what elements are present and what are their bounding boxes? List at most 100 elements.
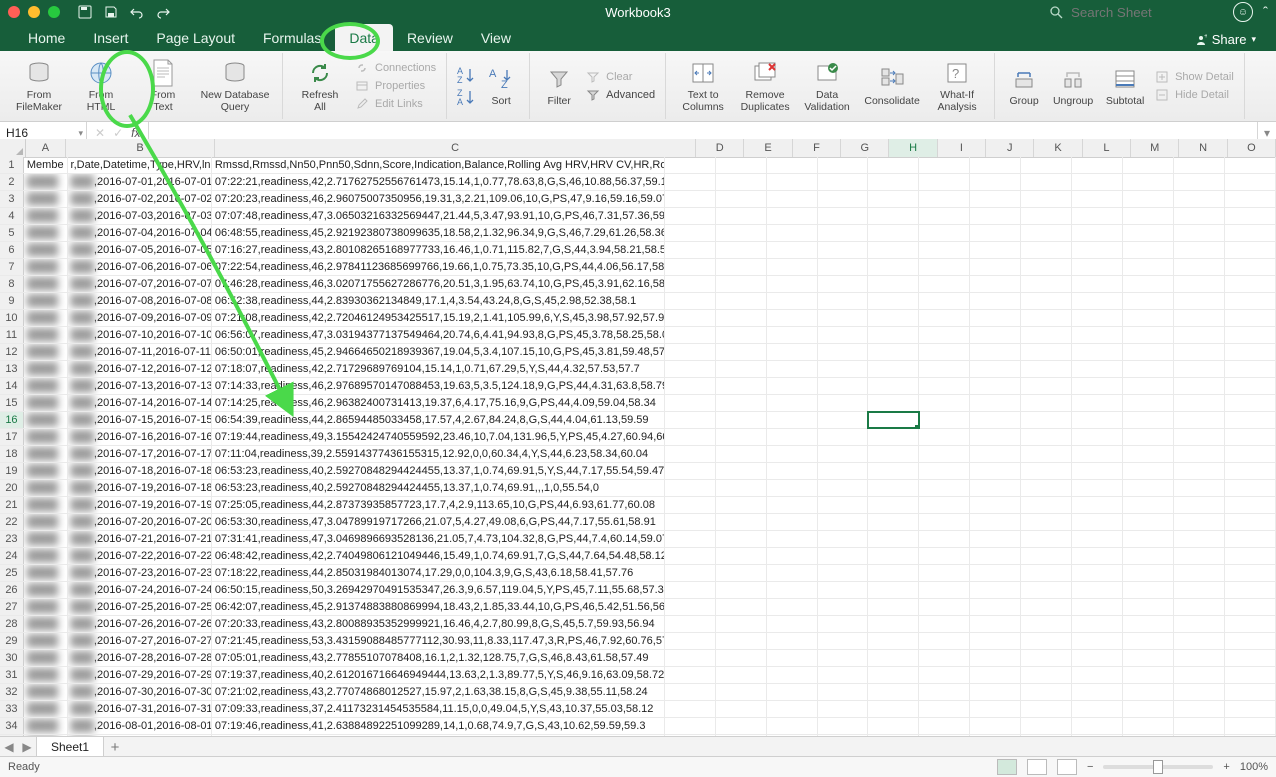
- from-html-button[interactable]: From HTML: [72, 58, 130, 113]
- cell[interactable]: [868, 701, 919, 717]
- cell[interactable]: [1021, 429, 1072, 445]
- cell[interactable]: [1174, 718, 1225, 734]
- cell[interactable]: [665, 514, 716, 530]
- cell[interactable]: [1225, 378, 1276, 394]
- cell[interactable]: [665, 327, 716, 343]
- row-header[interactable]: 11: [0, 327, 24, 343]
- cell[interactable]: [919, 395, 970, 411]
- cell[interactable]: [1072, 718, 1123, 734]
- cell[interactable]: [818, 293, 869, 309]
- cell[interactable]: ████: [24, 701, 68, 717]
- cell[interactable]: [1021, 310, 1072, 326]
- new-database-query-button[interactable]: New Database Query: [196, 58, 274, 113]
- cell[interactable]: [1123, 497, 1174, 513]
- cell[interactable]: [1225, 412, 1276, 428]
- cell[interactable]: ███,2016-07-27,2016-07-27: [68, 633, 212, 649]
- cell[interactable]: [767, 174, 818, 190]
- close-window-button[interactable]: [8, 6, 20, 18]
- cell[interactable]: [767, 310, 818, 326]
- tab-review[interactable]: Review: [393, 24, 467, 51]
- cell[interactable]: [1174, 361, 1225, 377]
- tab-formulas[interactable]: Formulas: [249, 24, 335, 51]
- cell[interactable]: [716, 174, 767, 190]
- cell[interactable]: [716, 327, 767, 343]
- cell[interactable]: r,Date,Datetime,Type,HRV,ln: [68, 157, 212, 173]
- cell[interactable]: [1174, 378, 1225, 394]
- add-sheet-button[interactable]: +: [104, 739, 126, 756]
- cell[interactable]: [1225, 718, 1276, 734]
- cell[interactable]: [1123, 667, 1174, 683]
- cell[interactable]: [970, 701, 1021, 717]
- cell[interactable]: [665, 548, 716, 564]
- row-header[interactable]: 10: [0, 310, 24, 326]
- cell[interactable]: [818, 412, 869, 428]
- cell[interactable]: [716, 531, 767, 547]
- cell[interactable]: [1072, 548, 1123, 564]
- cell[interactable]: [919, 633, 970, 649]
- cell[interactable]: [1123, 276, 1174, 292]
- cell[interactable]: [767, 480, 818, 496]
- cell[interactable]: ███,2016-07-06,2016-07-06: [68, 259, 212, 275]
- cell[interactable]: ███,2016-07-04,2016-07-04: [68, 225, 212, 241]
- cell[interactable]: [818, 242, 869, 258]
- what-if-button[interactable]: ?What-If Analysis: [928, 58, 986, 113]
- cell[interactable]: [970, 174, 1021, 190]
- cell[interactable]: [1123, 174, 1174, 190]
- cell[interactable]: [1123, 191, 1174, 207]
- cell[interactable]: [767, 718, 818, 734]
- cell[interactable]: ████: [24, 684, 68, 700]
- cell[interactable]: [970, 463, 1021, 479]
- cell[interactable]: 06:54:39,readiness,44,2.86594485033458,1…: [212, 412, 665, 428]
- cell[interactable]: [1021, 565, 1072, 581]
- cell[interactable]: [1225, 242, 1276, 258]
- cell[interactable]: [919, 327, 970, 343]
- refresh-all-button[interactable]: Refresh All: [291, 58, 349, 113]
- cell[interactable]: ███,2016-07-10,2016-07-10: [68, 327, 212, 343]
- cell[interactable]: [868, 242, 919, 258]
- cell[interactable]: [1174, 310, 1225, 326]
- cell[interactable]: ████: [24, 395, 68, 411]
- filter-button[interactable]: Filter: [538, 64, 580, 108]
- cell[interactable]: [1072, 378, 1123, 394]
- cell[interactable]: ████: [24, 276, 68, 292]
- cell[interactable]: [1021, 412, 1072, 428]
- cell[interactable]: ███,2016-07-31,2016-07-31: [68, 701, 212, 717]
- cell[interactable]: [818, 157, 869, 173]
- column-header-G[interactable]: G: [841, 139, 889, 157]
- cell[interactable]: [1021, 599, 1072, 615]
- cell[interactable]: [1174, 650, 1225, 666]
- tab-page-layout[interactable]: Page Layout: [142, 24, 249, 51]
- cell[interactable]: [1123, 327, 1174, 343]
- cell[interactable]: ████: [24, 378, 68, 394]
- cell[interactable]: [919, 208, 970, 224]
- cell[interactable]: [767, 208, 818, 224]
- cell[interactable]: [716, 565, 767, 581]
- feedback-icon[interactable]: ☺: [1233, 2, 1253, 22]
- cell[interactable]: [1225, 395, 1276, 411]
- cell[interactable]: [868, 446, 919, 462]
- cell[interactable]: [1123, 157, 1174, 173]
- confirm-formula-icon[interactable]: ✓: [113, 126, 123, 140]
- cell[interactable]: [1072, 667, 1123, 683]
- advanced-filter-button[interactable]: Advanced: [584, 87, 657, 103]
- cell[interactable]: [1174, 208, 1225, 224]
- column-header-F[interactable]: F: [793, 139, 841, 157]
- cell[interactable]: [716, 259, 767, 275]
- cell[interactable]: [868, 650, 919, 666]
- undo-icon[interactable]: [128, 3, 146, 21]
- cell[interactable]: ███,2016-07-07,2016-07-07: [68, 276, 212, 292]
- cell[interactable]: [818, 446, 869, 462]
- cell[interactable]: [1021, 293, 1072, 309]
- row-header[interactable]: 4: [0, 208, 24, 224]
- cell[interactable]: [716, 582, 767, 598]
- cell[interactable]: [1123, 684, 1174, 700]
- cell[interactable]: ███,2016-07-01,2016-07-01: [68, 174, 212, 190]
- cell[interactable]: [1021, 327, 1072, 343]
- cell[interactable]: 07:25:05,readiness,44,2.87373935857723,1…: [212, 497, 665, 513]
- cell[interactable]: 06:53:23,readiness,40,2.5927084829442445…: [212, 480, 665, 496]
- tab-data[interactable]: Data: [335, 24, 393, 51]
- cell[interactable]: [868, 344, 919, 360]
- cell[interactable]: [868, 684, 919, 700]
- cell[interactable]: [1225, 344, 1276, 360]
- cell[interactable]: ████: [24, 718, 68, 734]
